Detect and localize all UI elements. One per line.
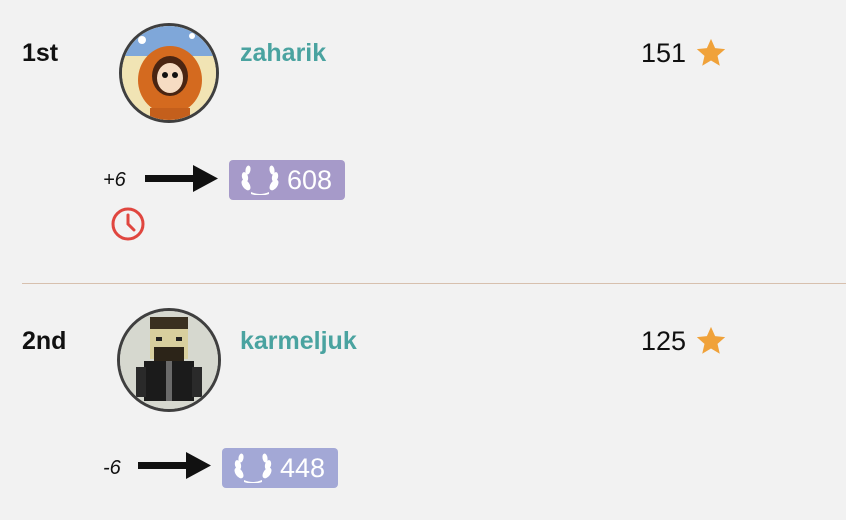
laurel-icon bbox=[234, 453, 272, 483]
rating-badge: 608 bbox=[229, 160, 346, 200]
score-value: 151 bbox=[641, 37, 687, 68]
score-value: 125 bbox=[641, 325, 687, 356]
leaderboard-entry: 2nd karmeljuk 125 -6 448 bbox=[0, 284, 846, 520]
rating-value: 448 bbox=[280, 452, 326, 483]
username-link[interactable]: zaharik bbox=[240, 39, 326, 68]
arrow-right-icon bbox=[145, 163, 219, 193]
leaderboard-entry: 1st zaharik 151 +6 608 bbox=[0, 0, 846, 283]
rating-change: +6 bbox=[103, 169, 126, 191]
score: 125 bbox=[641, 324, 728, 358]
rating-value: 608 bbox=[287, 164, 333, 195]
avatar[interactable] bbox=[119, 23, 219, 123]
pixel-bearded-character-icon bbox=[120, 311, 218, 409]
star-icon bbox=[696, 38, 726, 66]
rating-badge: 448 bbox=[222, 448, 339, 488]
orange-hooded-character-icon bbox=[122, 26, 216, 120]
arrow-right-icon bbox=[138, 450, 212, 480]
username-link[interactable]: karmeljuk bbox=[240, 327, 357, 356]
score: 151 bbox=[641, 36, 728, 70]
laurel-icon bbox=[241, 165, 279, 195]
rank-label: 2nd bbox=[22, 327, 67, 355]
star-icon bbox=[696, 326, 726, 354]
rank-label: 1st bbox=[22, 39, 59, 67]
avatar[interactable] bbox=[117, 308, 221, 412]
rating-change: -6 bbox=[103, 457, 121, 479]
leaderboard: 1st zaharik 151 +6 608 2nd karmeljuk 125… bbox=[0, 0, 846, 520]
clock-icon bbox=[110, 206, 146, 242]
